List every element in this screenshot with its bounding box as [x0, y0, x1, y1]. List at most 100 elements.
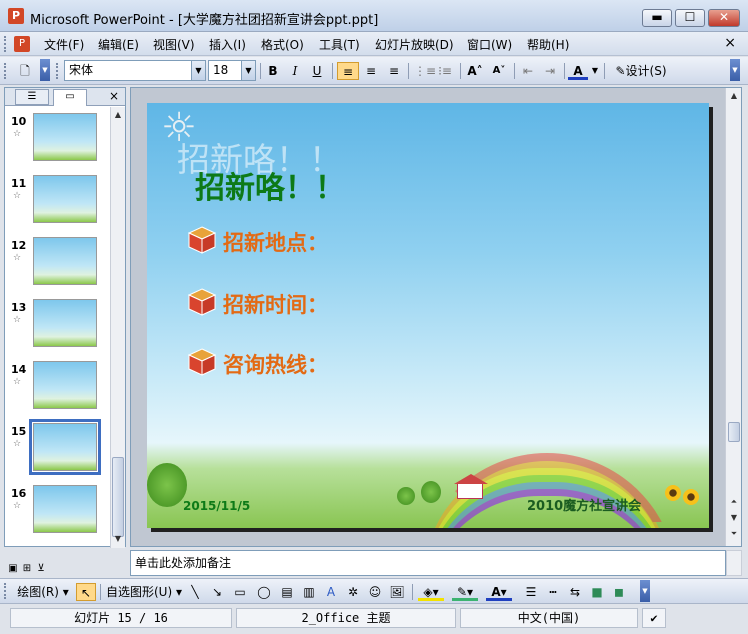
font-size-combo[interactable]: 18 ▼	[208, 60, 256, 81]
arrow-style-icon[interactable]: ⇆	[566, 583, 584, 601]
menu-format[interactable]: 格式(O)	[261, 36, 304, 53]
fill-color-icon[interactable]: ◈▾	[418, 583, 444, 601]
slides-tab[interactable]: ▭	[53, 89, 87, 106]
slide-thumbnail-15[interactable]: 15 ☆	[5, 419, 111, 481]
menu-grip[interactable]	[4, 36, 7, 52]
line-icon[interactable]: ╲	[186, 583, 204, 601]
close-window-button[interactable]: ✕	[708, 9, 740, 27]
slides-pane-scrollbar[interactable]: ▲ ▼	[110, 107, 125, 548]
slide-date[interactable]: 2015/11/5	[183, 499, 250, 513]
chevron-down-icon[interactable]: ▼	[191, 61, 205, 80]
slide-thumbnail-11[interactable]: 11 ☆	[5, 175, 111, 233]
slide-thumbnail-12[interactable]: 12 ☆	[5, 237, 111, 295]
menu-file[interactable]: 文件(F)	[44, 36, 84, 53]
picture-icon[interactable]: 🖼	[388, 583, 406, 601]
slide-sorter-icon[interactable]: ⊞	[20, 562, 34, 576]
vertical-textbox-icon[interactable]: ▥	[300, 583, 318, 601]
notes-scrollbar[interactable]	[726, 550, 742, 576]
menu-edit[interactable]: 编辑(E)	[98, 36, 139, 53]
scrollbar-thumb[interactable]	[728, 422, 740, 442]
scrollbar-thumb[interactable]	[112, 457, 124, 537]
oval-icon[interactable]: ◯	[254, 583, 274, 601]
slide-preview	[29, 419, 101, 475]
toolbar-grip[interactable]	[4, 63, 7, 79]
italic-button[interactable]: I	[286, 62, 304, 80]
arrow-icon[interactable]: ↘	[208, 583, 226, 601]
bold-button[interactable]: B	[264, 62, 282, 80]
3d-style-icon[interactable]: ◼	[610, 583, 628, 601]
scroll-down-icon[interactable]: ▼	[112, 533, 124, 545]
tree-decoration	[147, 463, 187, 507]
slide-position-status: 幻灯片 15 / 16	[10, 608, 232, 628]
menu-bar: P 文件(F) 编辑(E) 视图(V) 插入(I) 格式(O) 工具(T) 幻灯…	[0, 32, 748, 56]
slide-thumbnail-10[interactable]: 10 ☆	[5, 113, 111, 171]
design-button[interactable]: ✎设计(S)	[610, 62, 672, 80]
menu-slideshow[interactable]: 幻灯片放映(D)	[375, 36, 454, 53]
toolbar-overflow-icon[interactable]: ▼	[40, 59, 50, 81]
underline-button[interactable]: U	[308, 62, 326, 80]
numbered-list-icon[interactable]: ⋮≡	[414, 62, 436, 80]
line-style-icon[interactable]: ☰	[522, 583, 540, 601]
new-document-icon[interactable]: 🗋	[14, 62, 36, 80]
scroll-down-icon[interactable]: ▼	[728, 512, 740, 524]
notes-pane[interactable]: 单击此处添加备注	[130, 550, 726, 576]
toolbar-overflow-icon[interactable]: ▼	[640, 580, 650, 602]
slide-title[interactable]: 招新咯！！	[195, 163, 345, 207]
separator	[408, 63, 409, 79]
increase-indent-icon[interactable]: ⇥	[540, 62, 560, 80]
current-slide[interactable]: ☼ 招新咯！！ 招新咯！！ 招新地点： 招新时间： 咨询热线： 2015/11/…	[147, 103, 709, 528]
document-icon[interactable]: P	[14, 36, 30, 52]
tree-decoration	[397, 487, 415, 505]
powerpoint-app-icon: P	[8, 8, 24, 24]
align-center-icon[interactable]: ≡	[361, 62, 381, 80]
slide-scrollbar[interactable]: ▲ ⏶ ▼ ⏷	[725, 88, 741, 546]
clipart-icon[interactable]: ☺	[366, 583, 384, 601]
decrease-font-size-icon[interactable]: A˅	[488, 62, 510, 80]
draw-menu-button[interactable]: 绘图(R) ▾	[14, 583, 72, 601]
toolbar-grip-2[interactable]	[56, 63, 59, 79]
decrease-indent-icon[interactable]: ⇤	[518, 62, 538, 80]
font-name-combo[interactable]: 宋体 ▼	[64, 60, 206, 81]
previous-slide-icon[interactable]: ⏶	[728, 496, 740, 508]
font-color-icon[interactable]: A▾	[486, 583, 512, 601]
menu-help[interactable]: 帮助(H)	[527, 36, 569, 53]
menu-window[interactable]: 窗口(W)	[467, 36, 512, 53]
normal-view-icon[interactable]: ▣	[6, 562, 20, 576]
slide-thumbnail-16[interactable]: 16 ☆	[5, 485, 111, 543]
font-color-icon[interactable]: A	[568, 62, 588, 80]
autoshapes-button[interactable]: 自选图形(U) ▾	[104, 583, 184, 601]
align-right-icon[interactable]: ≡	[384, 62, 404, 80]
diagram-icon[interactable]: ✲	[344, 583, 362, 601]
increase-font-size-icon[interactable]: A˄	[464, 62, 486, 80]
rectangle-icon[interactable]: ▭	[230, 583, 250, 601]
spellcheck-icon[interactable]: ✔	[642, 608, 666, 628]
textbox-icon[interactable]: ▤	[278, 583, 296, 601]
menu-insert[interactable]: 插入(I)	[209, 36, 246, 53]
menu-view[interactable]: 视图(V)	[153, 36, 195, 53]
toolbar-grip[interactable]	[4, 583, 7, 599]
wordart-icon[interactable]: A	[322, 583, 340, 601]
next-slide-icon[interactable]: ⏷	[728, 528, 740, 540]
select-objects-icon[interactable]: ↖	[76, 583, 96, 601]
slide-footer[interactable]: 2010魔方社宣讲会	[527, 495, 641, 514]
chevron-down-icon[interactable]: ▼	[590, 62, 600, 80]
slideshow-icon[interactable]: ⊻	[34, 562, 48, 576]
pane-close-button[interactable]: ×	[109, 89, 119, 103]
outline-tab[interactable]: ☰	[15, 89, 49, 105]
align-left-icon[interactable]: ≡	[337, 62, 359, 80]
slide-thumbnail-14[interactable]: 14 ☆	[5, 361, 111, 419]
line-color-icon[interactable]: ✎▾	[452, 583, 478, 601]
minimize-button[interactable]: ▬	[642, 9, 672, 27]
toolbar-overflow-icon[interactable]: ▼	[730, 59, 740, 81]
shadow-style-icon[interactable]: ■	[588, 583, 606, 601]
slide-preview	[33, 237, 97, 285]
chevron-down-icon[interactable]: ▼	[241, 61, 255, 80]
scroll-up-icon[interactable]: ▲	[728, 90, 740, 102]
maximize-button[interactable]: ☐	[675, 9, 705, 27]
slide-thumbnail-13[interactable]: 13 ☆	[5, 299, 111, 357]
dash-style-icon[interactable]: ┅	[544, 583, 562, 601]
close-document-button[interactable]: ×	[724, 35, 736, 51]
scroll-up-icon[interactable]: ▲	[112, 109, 124, 121]
menu-tools[interactable]: 工具(T)	[319, 36, 360, 53]
bulleted-list-icon[interactable]: ⁝≡	[436, 62, 454, 80]
